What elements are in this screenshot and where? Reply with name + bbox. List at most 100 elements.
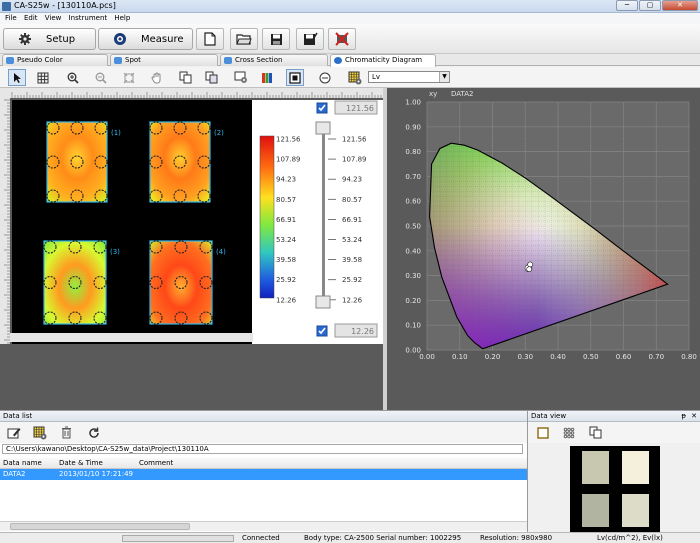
zoom-out-icon[interactable] xyxy=(92,69,110,86)
analysis-settings-icon[interactable] xyxy=(346,69,364,86)
open-folder-icon[interactable] xyxy=(230,28,258,50)
min-slider-handle xyxy=(315,295,331,309)
menu-bar: File Edit View Instrument Help xyxy=(0,13,700,24)
save-as-icon[interactable] xyxy=(296,28,324,50)
data-view-toolbar xyxy=(528,422,700,443)
measure-button[interactable]: Measure xyxy=(98,28,193,50)
y-tick-label: 0.00 xyxy=(405,347,421,355)
frame-icon[interactable] xyxy=(286,69,304,86)
disconnect-icon[interactable] xyxy=(328,28,356,50)
progress-bar xyxy=(122,535,234,542)
menu-edit[interactable]: Edit xyxy=(24,13,38,24)
fit-icon[interactable] xyxy=(120,69,138,86)
roi-label-1: (1) xyxy=(111,129,121,137)
slider-label: 66.91 xyxy=(342,216,362,224)
pin-icon[interactable]: ᵽ xyxy=(681,411,686,422)
tab-label: Chromaticity Diagram xyxy=(345,56,423,64)
col-date-time[interactable]: Date & Time xyxy=(59,459,103,467)
scale-label: 107.89 xyxy=(276,156,301,164)
slider-label: 53.24 xyxy=(342,236,363,244)
grid-view-icon[interactable] xyxy=(560,424,578,441)
table-row[interactable]: DATA2 2013/01/10 17:21:49 xyxy=(0,469,527,480)
new-file-icon[interactable] xyxy=(196,28,224,50)
slider-label: 25.92 xyxy=(342,276,362,284)
tab-label: Cross Section xyxy=(235,56,283,64)
col-data-name[interactable]: Data name xyxy=(3,459,42,467)
x-tick-label: 0.70 xyxy=(648,353,664,361)
menu-view[interactable]: View xyxy=(45,13,62,24)
main-toolbar: Setup Measure xyxy=(0,24,700,54)
color-scale-icon[interactable] xyxy=(258,69,276,86)
data-settings-icon[interactable] xyxy=(31,424,49,441)
project-path: C:\Users\kawano\Desktop\CA-S25w_data\Pro… xyxy=(2,444,523,454)
data-list-toolbar xyxy=(0,422,527,443)
y-tick-label: 1.00 xyxy=(405,99,421,107)
pan-hand-icon[interactable] xyxy=(148,69,166,86)
panel-close-icon[interactable]: ✕ xyxy=(691,411,697,422)
tab-cross-section[interactable]: Cross Section xyxy=(220,54,328,66)
pointer-tool-icon[interactable] xyxy=(8,69,26,86)
menu-file[interactable]: File xyxy=(5,13,17,24)
menu-instrument[interactable]: Instrument xyxy=(69,13,108,24)
tab-label: Pseudo Color xyxy=(17,56,63,64)
slider-label: 121.56 xyxy=(342,136,367,144)
refresh-icon[interactable] xyxy=(85,424,103,441)
chromaticity-point xyxy=(526,266,532,272)
save-icon[interactable] xyxy=(262,28,290,50)
scale-label: 12.26 xyxy=(276,296,297,304)
scale-label: 80.57 xyxy=(276,196,296,204)
setup-button[interactable]: Setup xyxy=(3,28,96,50)
tab-label: Spot xyxy=(125,56,141,64)
y-tick-label: 0.90 xyxy=(405,123,421,131)
zoom-in-icon[interactable] xyxy=(64,69,82,86)
title-bar: CA-S25w - [130110A.pcs] ─ ▢ ✕ xyxy=(0,0,700,13)
data-list-panel: Data list C:\Users\kawano\Desktop\CA-S25… xyxy=(0,410,527,532)
menu-help[interactable]: Help xyxy=(114,13,130,24)
measure-icon xyxy=(113,32,127,46)
pseudo-color-icon xyxy=(6,57,14,64)
y-tick-label: 0.80 xyxy=(405,148,421,156)
data-view-panel: Data view ᵽ ✕ xyxy=(527,410,700,533)
spot-icon xyxy=(114,57,122,64)
slider-label: 80.57 xyxy=(342,196,362,204)
maximize-button[interactable]: ▢ xyxy=(639,0,661,11)
image-view-icon[interactable] xyxy=(534,424,552,441)
max-slider-handle xyxy=(315,121,331,135)
setup-label: Setup xyxy=(46,33,76,45)
app-icon xyxy=(2,2,11,11)
col-comment[interactable]: Comment xyxy=(139,459,173,467)
slider-label: 107.89 xyxy=(342,156,367,164)
scale-label: 39.58 xyxy=(276,256,296,264)
view-toolbar: Lv ▼ xyxy=(0,67,700,88)
delete-icon[interactable] xyxy=(57,424,75,441)
minimize-button[interactable]: ─ xyxy=(616,0,638,11)
chromaticity-diagram[interactable]: 0.00 0.10 0.20 0.30 0.40 0.50 0.60 0.70 0.80 0.00… xyxy=(387,88,700,410)
x-tick-label: 0.60 xyxy=(616,353,632,361)
y-tick-label: 0.10 xyxy=(405,322,421,330)
chromaticity-point xyxy=(527,261,533,268)
tab-pseudo-color[interactable]: Pseudo Color xyxy=(2,54,108,66)
horizontal-scrollbar[interactable] xyxy=(0,521,527,531)
pseudo-color-pane: (1) (2) (3) (4) 121.56 107.89 94.23 80.57 66.91… xyxy=(0,88,383,410)
copy-view-icon[interactable] xyxy=(586,424,604,441)
row-datetime: 2013/01/10 17:21:49 xyxy=(59,470,134,478)
chevron-down-icon: ▼ xyxy=(439,72,449,82)
display-settings-icon[interactable] xyxy=(232,69,250,86)
slider-label: 12.26 xyxy=(342,296,363,304)
close-button[interactable]: ✕ xyxy=(662,0,698,11)
x-tick-label: 0.10 xyxy=(452,353,468,361)
copy-image-icon[interactable] xyxy=(176,69,194,86)
chromaticity-icon xyxy=(334,57,342,64)
data-table: Data name Date & Time Comment DATA2 2013… xyxy=(0,458,527,480)
value-select[interactable]: Lv ▼ xyxy=(368,71,450,83)
grid-tool-icon[interactable] xyxy=(34,69,52,86)
edit-icon[interactable] xyxy=(5,424,23,441)
pseudo-color-view[interactable]: (1) (2) (3) (4) 121.56 107.89 94.23 80.57 66.91… xyxy=(0,88,383,410)
back-icon[interactable] xyxy=(316,69,334,86)
tab-spot[interactable]: Spot xyxy=(110,54,218,66)
scale-label: 53.24 xyxy=(276,236,297,244)
data-view-title-text: Data view xyxy=(531,412,567,420)
copy-data-icon[interactable] xyxy=(202,69,220,86)
tab-chromaticity-diagram[interactable]: Chromaticity Diagram xyxy=(330,54,436,67)
top-ruler xyxy=(0,88,383,98)
